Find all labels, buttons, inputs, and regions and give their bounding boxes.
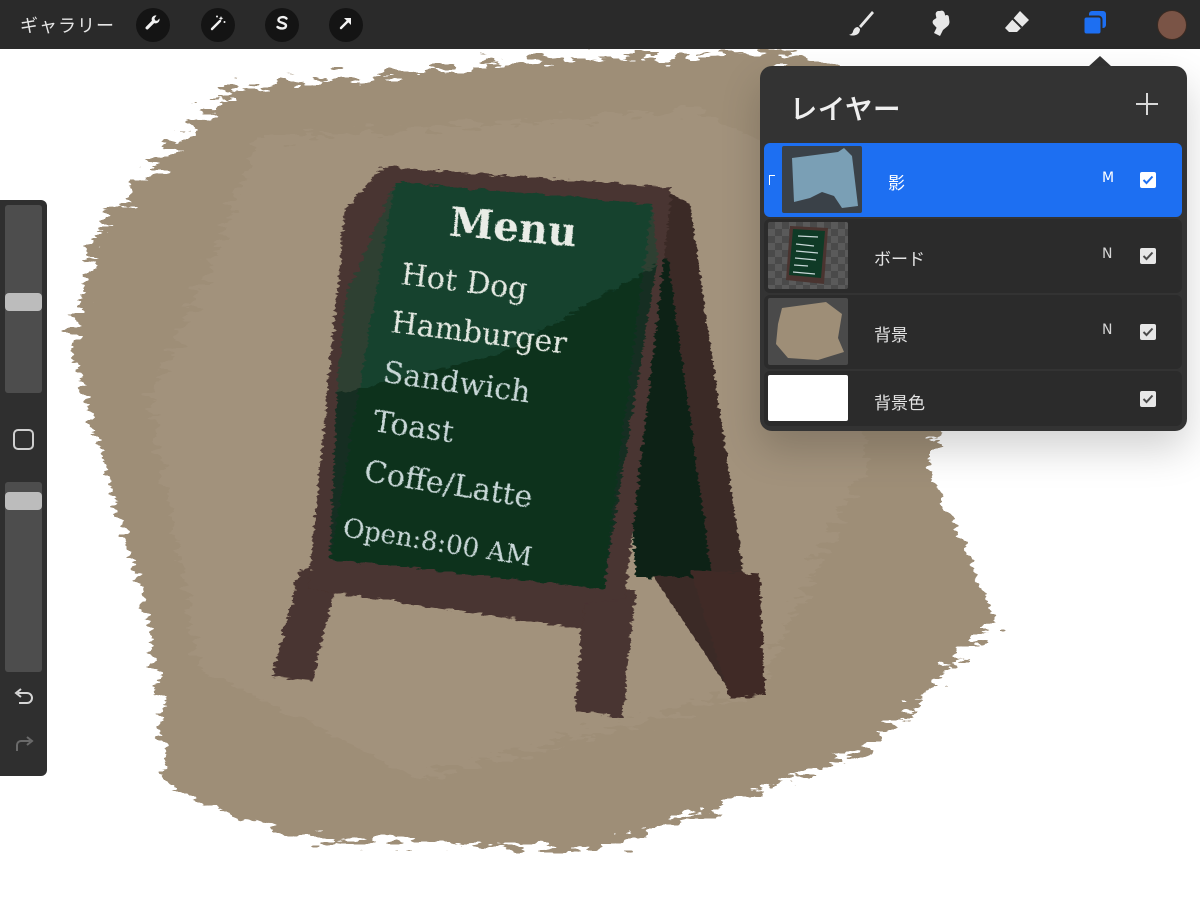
undo-icon <box>13 687 35 711</box>
layer-row-board[interactable]: ボード N <box>764 219 1182 293</box>
transform-button[interactable] <box>329 8 363 42</box>
selection-button[interactable] <box>265 8 299 42</box>
eraser-icon <box>1001 7 1033 43</box>
layer-visibility-checkbox-shadow[interactable] <box>1140 172 1156 188</box>
eraser-tool-button[interactable] <box>999 7 1035 43</box>
layer-row-background-color[interactable]: 背景色 <box>764 371 1182 426</box>
wrench-icon <box>143 13 163 37</box>
layer-name-shadow: 影 <box>888 174 905 194</box>
layer-name-board: ボード <box>874 250 925 270</box>
layer-thumbnail-shadow <box>782 146 862 213</box>
top-toolbar: ギャラリー <box>0 0 1200 49</box>
brush-tool-button[interactable] <box>843 7 879 43</box>
layer-thumbnail-background-color <box>768 375 848 421</box>
adjustments-button[interactable] <box>201 8 235 42</box>
redo-button[interactable] <box>11 735 37 759</box>
modify-square-icon[interactable] <box>13 429 34 450</box>
layer-visibility-checkbox-board[interactable] <box>1140 248 1156 264</box>
opacity-thumb[interactable] <box>5 492 42 510</box>
layers-panel: レイヤー 影 M ボード N 背景 N 背景色 <box>760 66 1187 431</box>
redo-icon <box>13 735 35 759</box>
procreate-app: ギャラリー Menu Hot Dog Hamburger Sandwich To… <box>0 0 1200 900</box>
left-sidebar <box>0 200 47 776</box>
layers-icon <box>1079 7 1111 43</box>
layer-blend-mode-shadow[interactable]: M <box>1102 170 1114 186</box>
layer-visibility-checkbox-background[interactable] <box>1140 324 1156 340</box>
brush-size-slider[interactable] <box>5 205 42 393</box>
gallery-button[interactable]: ギャラリー <box>20 12 115 38</box>
brush-icon <box>845 7 877 43</box>
layer-blend-mode-background[interactable]: N <box>1102 322 1112 338</box>
layer-name-background-color: 背景色 <box>874 394 925 414</box>
layer-thumbnail-background <box>768 298 848 365</box>
selection-icon <box>272 13 292 37</box>
brush-size-thumb[interactable] <box>5 293 42 311</box>
magic-wand-icon <box>208 13 228 37</box>
layers-panel-title: レイヤー <box>790 95 902 126</box>
actions-button[interactable] <box>136 8 170 42</box>
color-picker-button[interactable] <box>1157 10 1187 40</box>
transform-arrow-icon <box>336 13 356 37</box>
smudge-tool-button[interactable] <box>922 7 958 43</box>
smudge-icon <box>924 7 956 43</box>
undo-button[interactable] <box>11 687 37 711</box>
layer-row-background[interactable]: 背景 N <box>764 295 1182 369</box>
layer-thumbnail-board <box>768 222 848 289</box>
add-layer-plus-icon[interactable] <box>1132 90 1162 120</box>
layers-tool-button[interactable] <box>1077 7 1113 43</box>
layer-blend-mode-board[interactable]: N <box>1102 246 1112 262</box>
layer-name-background: 背景 <box>874 326 908 346</box>
layer-row-shadow[interactable]: 影 M <box>764 143 1182 217</box>
opacity-slider[interactable] <box>5 482 42 672</box>
clipping-mask-indicator <box>769 175 775 185</box>
layer-visibility-checkbox-background-color[interactable] <box>1140 391 1156 407</box>
